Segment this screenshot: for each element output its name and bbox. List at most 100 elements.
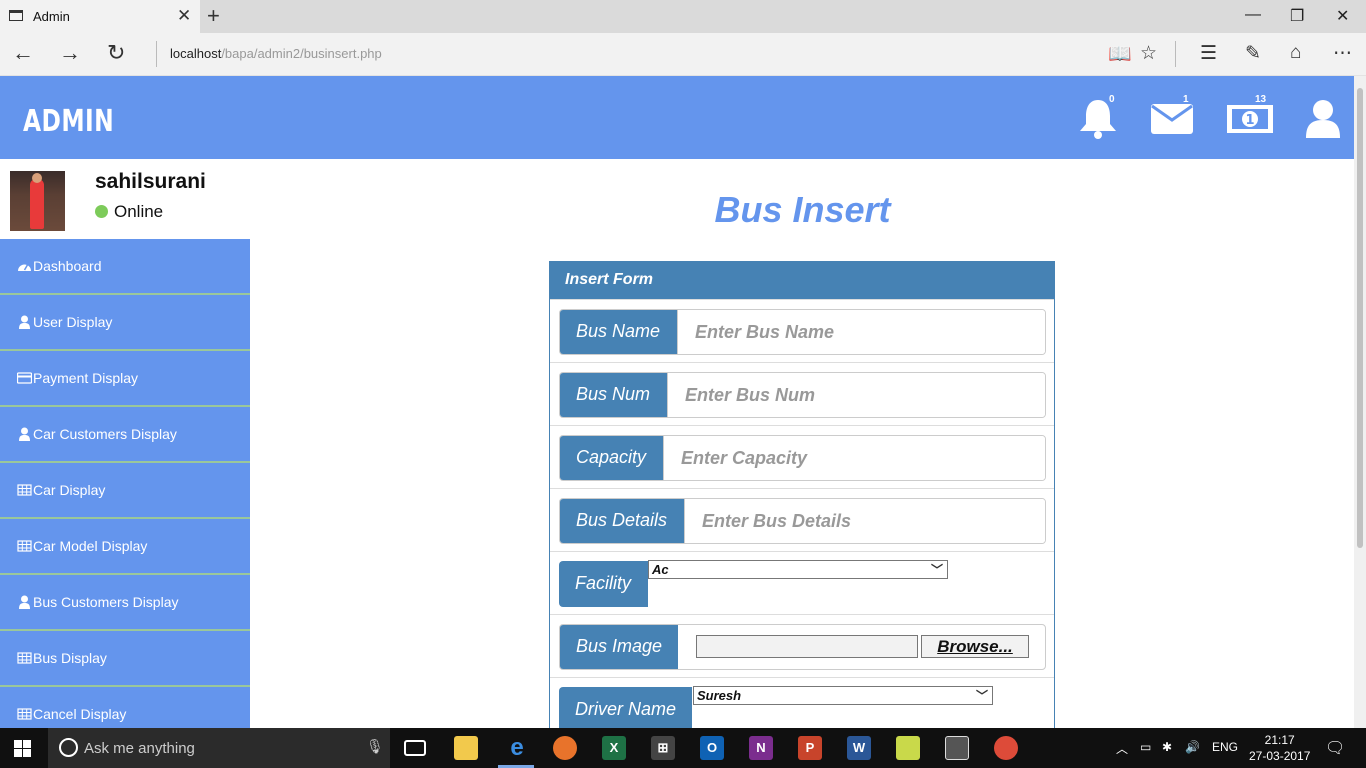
taskbar-search[interactable]: Ask me anything 🎙 (48, 728, 390, 768)
form-row-bus-num: Bus Num (550, 362, 1054, 425)
capacity-group: Capacity (559, 435, 1046, 481)
form-row-capacity: Capacity (550, 425, 1054, 488)
bus-details-group: Bus Details (559, 498, 1046, 544)
brand-logo[interactable]: ADMIN (23, 104, 114, 139)
word-icon[interactable]: W (847, 736, 871, 760)
close-tab-icon[interactable]: ✕ (177, 6, 191, 26)
taskbar-search-placeholder: Ask me anything (84, 740, 195, 757)
publisher-icon[interactable] (896, 736, 920, 760)
file-path-field[interactable] (696, 635, 918, 658)
facility-label: Facility (559, 561, 648, 607)
battery-icon[interactable]: ▭ (1140, 740, 1151, 754)
panel-title: Insert Form (550, 262, 1054, 299)
minimize-icon[interactable]: — (1245, 6, 1261, 24)
chevron-down-icon: ﹀ (975, 689, 988, 703)
share-icon[interactable]: ⌂ (1290, 42, 1301, 64)
browser-tab[interactable]: Admin ✕ (0, 0, 200, 33)
clock-time: 21:17 (1264, 733, 1295, 747)
bus-name-group: Bus Name (559, 309, 1046, 355)
driver-name-select[interactable]: Suresh ﹀ (693, 686, 993, 705)
microphone-icon[interactable]: 🎙 (366, 738, 384, 755)
close-window-icon[interactable]: ✕ (1336, 6, 1349, 26)
refresh-icon[interactable]: ↻ (107, 40, 125, 66)
url-host: localhost (170, 46, 222, 61)
bus-details-label: Bus Details (560, 499, 684, 543)
more-icon[interactable]: ⋯ (1333, 42, 1352, 65)
sidebar-item-car-customers-display[interactable]: Car Customers Display (0, 407, 250, 463)
browse-button[interactable]: Browse... (921, 635, 1029, 658)
excel-icon[interactable]: X (602, 736, 626, 760)
online-status: Online (95, 202, 163, 222)
tab-title: Admin (33, 9, 70, 24)
sidebar-item-label: Bus Customers Display (33, 594, 179, 610)
notification-count-badge: 0 (1109, 94, 1115, 105)
url-path: /bapa/admin2/businsert.php (221, 46, 382, 61)
bus-name-input[interactable] (677, 310, 1045, 354)
page-scrollbar[interactable] (1354, 76, 1366, 728)
hub-icon[interactable]: ☰ (1200, 42, 1217, 65)
network-icon[interactable]: ✱ (1162, 740, 1172, 754)
volume-icon[interactable]: 🔊 (1185, 740, 1200, 754)
page-title: Bus Insert (714, 189, 891, 230)
file-explorer-icon[interactable] (454, 736, 478, 760)
sidebar-item-cancel-display[interactable]: Cancel Display (0, 687, 250, 728)
forward-icon[interactable]: → (59, 40, 81, 66)
bus-details-input[interactable] (684, 499, 1045, 543)
user-icon (19, 427, 30, 441)
bus-num-group: Bus Num (559, 372, 1046, 418)
browser-nav-bar: ← → ↻ localhost/bapa/admin2/businsert.ph… (0, 33, 1366, 76)
edge-browser-icon[interactable]: e (505, 736, 529, 760)
scrollbar-thumb[interactable] (1357, 88, 1363, 548)
profile-username: sahilsurani (95, 170, 206, 193)
new-tab-icon[interactable]: + (207, 3, 220, 29)
sidebar-item-label: Car Customers Display (33, 426, 177, 442)
task-view-icon[interactable] (404, 740, 426, 756)
back-icon[interactable]: ← (12, 40, 34, 66)
restore-icon[interactable]: ❐ (1290, 6, 1304, 26)
svg-text:1: 1 (1245, 113, 1254, 128)
form-row-bus-name: Bus Name (550, 299, 1054, 362)
money-icon[interactable]: 1 (1226, 98, 1274, 140)
firefox-icon[interactable] (553, 736, 577, 760)
sidebar-item-car-display[interactable]: Car Display (0, 463, 250, 519)
photos-icon[interactable] (945, 736, 969, 760)
chrome-icon[interactable] (994, 736, 1018, 760)
sidebar-item-payment-display[interactable]: Payment Display (0, 351, 250, 407)
tab-page-icon (9, 10, 23, 21)
sidebar-item-bus-display[interactable]: Bus Display (0, 631, 250, 687)
chevron-down-icon: ﹀ (930, 563, 943, 577)
status-text: Online (114, 202, 164, 221)
payment-count-badge: 13 (1255, 94, 1267, 105)
sidebar-item-label: Payment Display (33, 370, 139, 386)
form-row-bus-details: Bus Details (550, 488, 1054, 551)
reading-view-icon[interactable]: 📖 (1108, 42, 1132, 66)
taskbar-clock[interactable]: 21:17 27-03-2017 (1249, 732, 1310, 764)
notification-center-icon[interactable]: 🗨 (1325, 738, 1345, 758)
sidebar-item-dashboard[interactable]: Dashboard (0, 239, 250, 295)
address-bar[interactable]: localhost/bapa/admin2/businsert.php (170, 46, 382, 61)
driver-selected-value: Suresh (697, 688, 742, 703)
web-note-icon[interactable]: ✎ (1245, 42, 1261, 65)
facility-select[interactable]: Ac ﹀ (648, 560, 948, 579)
avatar (10, 171, 65, 231)
favorite-star-icon[interactable]: ☆ (1140, 42, 1157, 65)
toolbar-divider (1175, 41, 1176, 67)
store-icon[interactable]: ⊞ (651, 736, 675, 760)
sidebar-item-user-display[interactable]: User Display (0, 295, 250, 351)
outlook-icon[interactable]: O (700, 736, 724, 760)
sidebar-item-car-model-display[interactable]: Car Model Display (0, 519, 250, 575)
windows-start-icon[interactable] (14, 740, 32, 758)
tray-expand-icon[interactable]: ︿ (1116, 740, 1128, 757)
online-dot-icon (95, 205, 108, 218)
onenote-icon[interactable]: N (749, 736, 773, 760)
sidebar-item-label: Bus Display (33, 650, 107, 666)
powerpoint-icon[interactable]: P (798, 736, 822, 760)
sidebar-item-bus-customers-display[interactable]: Bus Customers Display (0, 575, 250, 631)
capacity-input[interactable] (663, 436, 1045, 480)
user-account-icon[interactable] (1305, 98, 1341, 140)
bus-num-input[interactable] (667, 373, 1045, 417)
sidebar-nav: Dashboard User Display Payment Display C… (0, 239, 250, 728)
cortana-icon (59, 738, 78, 757)
table-icon (17, 540, 32, 552)
language-indicator[interactable]: ENG (1212, 740, 1238, 754)
